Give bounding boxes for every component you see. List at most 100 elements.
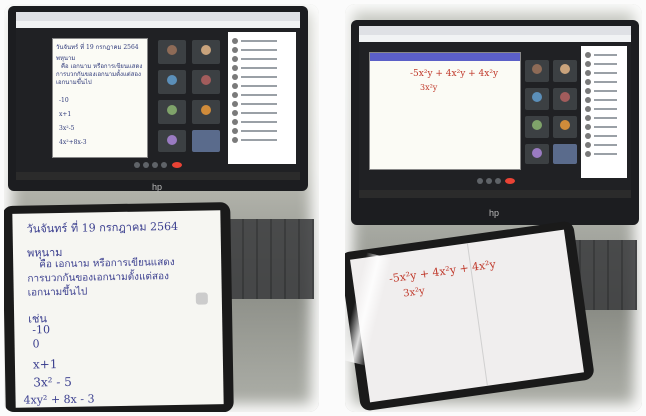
participant-tile[interactable] (553, 116, 577, 138)
windows-taskbar (359, 190, 631, 198)
participant-tile[interactable] (525, 60, 549, 82)
avatar (201, 75, 211, 85)
participant-row[interactable] (232, 38, 292, 44)
hp-logo: hp (152, 182, 163, 192)
self-view-tile[interactable] (553, 144, 577, 164)
participant-row[interactable] (232, 56, 292, 62)
participant-row[interactable] (232, 101, 292, 107)
participant-tile[interactable] (525, 116, 549, 138)
participant-row[interactable] (232, 47, 292, 53)
avatar (167, 45, 177, 55)
participant-tile[interactable] (158, 70, 186, 94)
participant-row[interactable] (585, 79, 623, 85)
avatar (167, 105, 177, 115)
tablet-notes-example: x+1 (32, 357, 58, 372)
hp-logo: hp (489, 208, 500, 218)
whiteboard-toolbar (370, 53, 520, 61)
tablet-notes-line: เอกนามขึ้นไป (27, 286, 88, 299)
tablet-board-result: 3x²y (402, 285, 426, 300)
participant-row[interactable] (232, 92, 292, 98)
right-photo: -5x²y + 4x²y + 4x²y 3x²y hp -5x²y + 4x²y… (345, 4, 642, 412)
participants-panel (228, 32, 296, 164)
participant-row[interactable] (232, 110, 292, 116)
participant-row[interactable] (585, 124, 623, 130)
end-call-icon[interactable] (172, 162, 182, 168)
tablet-board-expression: -5x²y + 4x²y + 4x²y (388, 257, 497, 286)
avatar (560, 92, 570, 102)
participant-row[interactable] (585, 52, 623, 58)
participant-row[interactable] (232, 119, 292, 125)
left-photo: วันจันทร์ ที่ 19 กรกฎาคม 2564 พหุนาม คือ… (4, 4, 319, 412)
page-scroll-handle[interactable] (195, 292, 208, 305)
notes-example: 3x²-5 (59, 125, 75, 132)
participant-tile[interactable] (525, 144, 549, 164)
participant-row[interactable] (585, 88, 623, 94)
participant-row[interactable] (585, 106, 623, 112)
tablet: วันจันทร์ ที่ 19 กรกฎาคม 2564 พหุนาม คือ… (4, 202, 234, 412)
board-result: 3x²y (420, 83, 438, 92)
avatar (532, 148, 542, 158)
browser-address-bar (359, 35, 631, 42)
browser-address-bar (16, 21, 300, 28)
windows-taskbar (16, 172, 300, 180)
participant-row[interactable] (585, 133, 623, 139)
participant-row[interactable] (585, 97, 623, 103)
avatar (201, 45, 211, 55)
avatar (167, 135, 177, 145)
participant-row[interactable] (232, 128, 292, 134)
camera-icon[interactable] (143, 162, 149, 168)
participant-row[interactable] (585, 61, 623, 67)
present-icon[interactable] (161, 162, 167, 168)
participant-row[interactable] (232, 83, 292, 89)
mic-icon[interactable] (477, 178, 483, 184)
tablet-notes-date: วันจันทร์ ที่ 19 กรกฎาคม 2564 (26, 219, 179, 236)
browser-tab-bar (16, 12, 300, 21)
tablet: -5x²y + 4x²y + 4x²y 3x²y (345, 220, 595, 412)
end-call-icon[interactable] (505, 178, 515, 184)
captions-icon[interactable] (495, 178, 501, 184)
browser-tab-bar (359, 26, 631, 35)
avatar (532, 120, 542, 130)
shared-whiteboard: -5x²y + 4x²y + 4x²y 3x²y (369, 52, 521, 170)
participant-row[interactable] (585, 70, 623, 76)
avatar (201, 105, 211, 115)
avatar (532, 64, 542, 74)
participant-tile[interactable] (158, 100, 186, 124)
participant-tile[interactable] (192, 100, 220, 124)
notes-example: x+1 (59, 111, 72, 118)
participant-tile[interactable] (158, 40, 186, 64)
participant-tile[interactable] (553, 88, 577, 110)
participants-panel (581, 46, 627, 178)
laptop-right: -5x²y + 4x²y + 4x²y 3x²y hp (351, 20, 639, 225)
participant-row[interactable] (585, 142, 623, 148)
tablet-notes-example: 0 (32, 337, 40, 351)
participant-tile[interactable] (192, 40, 220, 64)
photo-collage: วันจันทร์ ที่ 19 กรกฎาคม 2564 พหุนาม คือ… (0, 0, 646, 416)
captions-icon[interactable] (152, 162, 158, 168)
mic-icon[interactable] (134, 162, 140, 168)
participant-row[interactable] (232, 65, 292, 71)
participant-tile[interactable] (192, 70, 220, 94)
participant-tile[interactable] (525, 88, 549, 110)
avatar (167, 75, 177, 85)
participant-row[interactable] (585, 151, 623, 157)
tablet-notes-example: -10 (32, 323, 51, 337)
participant-tile[interactable] (158, 130, 186, 152)
laptop-right-display: -5x²y + 4x²y + 4x²y 3x²y (359, 26, 631, 198)
tablet-notes-example: 4xy² + 8x - 3 (23, 392, 95, 407)
tablet-notes-example: 3x² - 5 (33, 374, 72, 390)
board-expression: -5x²y + 4x²y + 4x²y (410, 69, 499, 79)
notes-date: วันจันทร์ ที่ 19 กรกฎาคม 2564 (56, 44, 139, 51)
tablet-notes-line: การบวกกันของเอกนามตั้งแต่สอง (27, 271, 170, 285)
avatar (560, 64, 570, 74)
participant-tile[interactable] (553, 60, 577, 82)
participant-row[interactable] (232, 137, 292, 143)
participant-row[interactable] (232, 74, 292, 80)
self-view-tile[interactable] (192, 130, 220, 152)
notes-example: 4x²+8x-3 (59, 139, 87, 146)
shared-notes-window: วันจันทร์ ที่ 19 กรกฎาคม 2564 พหุนาม คือ… (52, 38, 148, 158)
tablet-notes-screen: วันจันทร์ ที่ 19 กรกฎาคม 2564 พหุนาม คือ… (12, 210, 224, 408)
participant-row[interactable] (585, 115, 623, 121)
notes-line: เอกนามขึ้นไป (56, 79, 92, 86)
camera-icon[interactable] (486, 178, 492, 184)
